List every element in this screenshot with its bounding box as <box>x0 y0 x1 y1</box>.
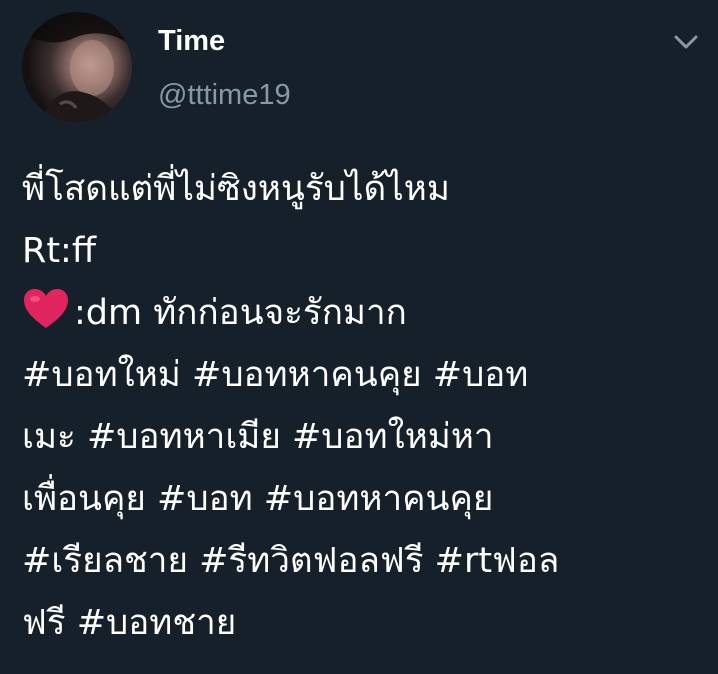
hashtag-line[interactable]: ฟรี #บอทชาย <box>22 592 702 654</box>
hashtag-line[interactable]: เพื่อนคุย #บอท #บอทหาคนคุย <box>22 468 702 530</box>
user-handle[interactable]: @tttime19 <box>158 78 291 112</box>
hashtag-line[interactable]: #บอทใหม่ #บอทหาคนคุย #บอท <box>22 344 702 406</box>
tweet-text: พี่โสดแต่พี่ไม่ซิงหนูรับได้ไหม Rt:ff :dm… <box>22 158 702 654</box>
chevron-down-icon[interactable] <box>672 30 700 54</box>
tweet-line: พี่โสดแต่พี่ไม่ซิงหนูรับได้ไหม <box>22 169 450 209</box>
hashtag-line[interactable]: เมะ #บอทหาเมีย #บอทใหม่หา <box>22 406 702 468</box>
heart-icon <box>22 288 70 350</box>
hashtag-line[interactable]: #เรียลชาย #รีทวิตฟอลฟรี #rtฟอล <box>22 530 702 592</box>
tweet-card: Time @tttime19 พี่โสดแต่พี่ไม่ซิงหนูรับไ… <box>0 0 718 674</box>
display-name[interactable]: Time <box>158 24 225 58</box>
tweet-line: :dm ทักก่อนจะรักมาก <box>22 282 702 344</box>
tweet-line: Rt:ff <box>22 231 96 271</box>
tweet-line-text: :dm ทักก่อนจะรักมาก <box>74 293 407 333</box>
avatar[interactable] <box>22 12 132 122</box>
